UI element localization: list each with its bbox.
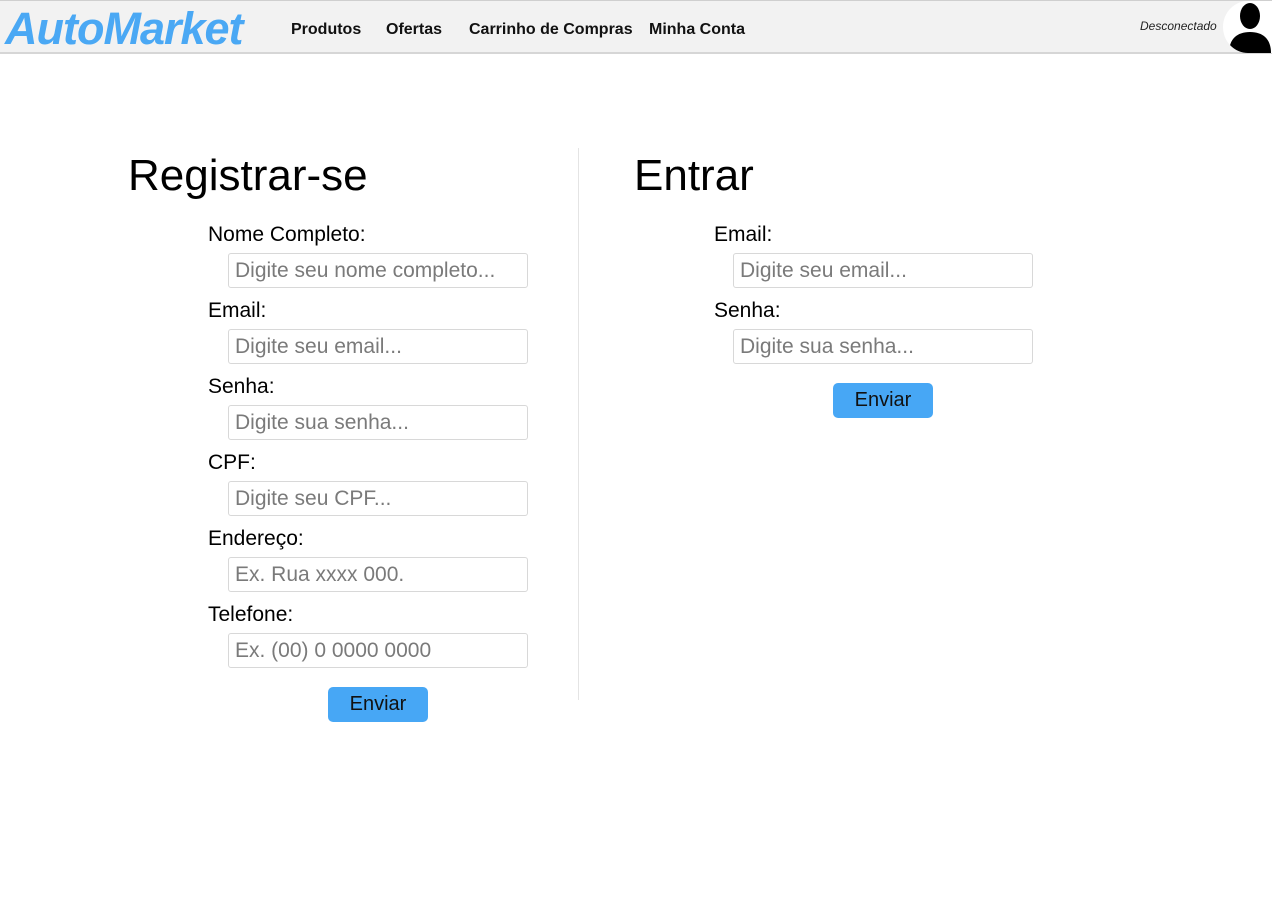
nav-produtos[interactable]: Produtos <box>291 1 361 55</box>
login-email-input[interactable] <box>733 253 1033 288</box>
label-register-email: Email: <box>208 299 267 322</box>
register-submit-button[interactable]: Enviar <box>328 687 428 722</box>
label-login-senha: Senha: <box>714 299 781 322</box>
login-password-input[interactable] <box>733 329 1033 364</box>
register-address-input[interactable] <box>228 557 528 592</box>
nav-carrinho-de-compras[interactable]: Carrinho de Compras <box>469 1 633 55</box>
nav-minha-conta[interactable]: Minha Conta <box>649 1 745 55</box>
register-cpf-input[interactable] <box>228 481 528 516</box>
nav-ofertas[interactable]: Ofertas <box>386 1 442 55</box>
section-divider <box>578 148 579 700</box>
register-email-input[interactable] <box>228 329 528 364</box>
login-submit-button[interactable]: Enviar <box>833 383 933 418</box>
register-title: Registrar-se <box>128 151 368 200</box>
login-title: Entrar <box>634 151 754 200</box>
label-register-senha: Senha: <box>208 375 275 398</box>
label-endereco: Endereço: <box>208 527 304 550</box>
connection-status: Desconectado <box>1140 19 1217 33</box>
register-phone-input[interactable] <box>228 633 528 668</box>
register-name-input[interactable] <box>228 253 528 288</box>
label-nome-completo: Nome Completo: <box>208 223 366 246</box>
top-navigation-bar: AutoMarket Produtos Ofertas Carrinho de … <box>0 0 1272 54</box>
label-cpf: CPF: <box>208 451 256 474</box>
register-password-input[interactable] <box>228 405 528 440</box>
label-telefone: Telefone: <box>208 603 294 626</box>
user-silhouette-icon <box>1229 3 1271 53</box>
label-login-email: Email: <box>714 223 773 246</box>
automarket-logo[interactable]: AutoMarket <box>5 3 244 55</box>
user-avatar[interactable] <box>1223 1 1272 53</box>
